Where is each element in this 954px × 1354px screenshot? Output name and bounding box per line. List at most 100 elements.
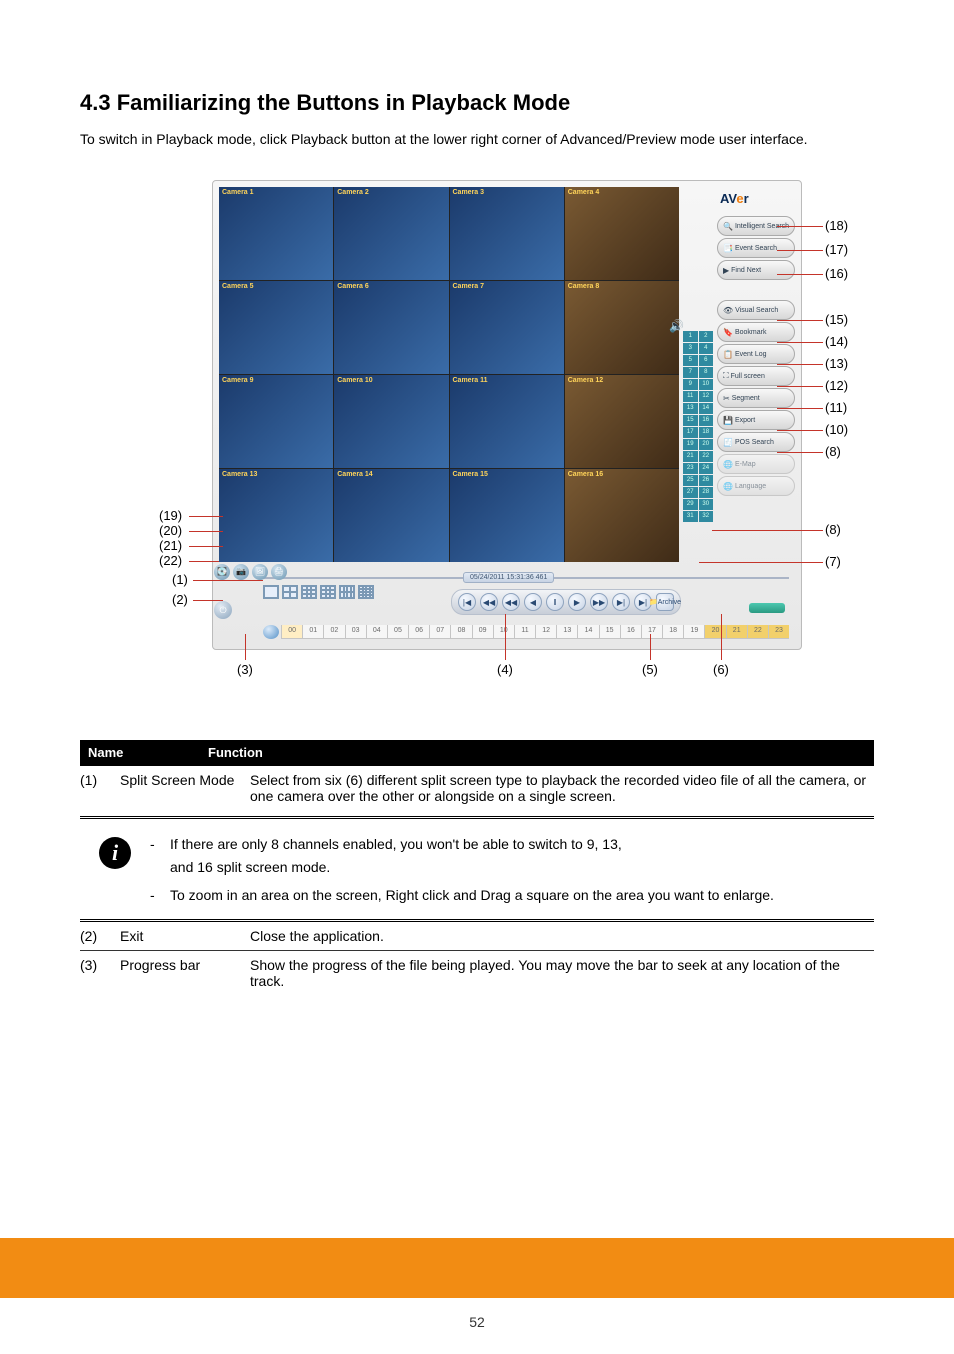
hour-cell[interactable]: 07 <box>429 625 450 639</box>
split-16-icon[interactable] <box>358 585 374 599</box>
channel-chip[interactable]: 3 <box>683 343 698 354</box>
channel-chip[interactable]: 12 <box>699 391 714 402</box>
hour-cell[interactable]: 19 <box>683 625 704 639</box>
split-13-icon[interactable] <box>320 585 336 599</box>
hour-cell[interactable]: 12 <box>535 625 556 639</box>
channel-chip[interactable]: 8 <box>699 367 714 378</box>
channel-chip[interactable]: 30 <box>699 499 714 510</box>
bookmark-button[interactable]: 🔖Bookmark <box>717 322 795 342</box>
channel-chip[interactable]: 13 <box>683 403 698 414</box>
hour-cell[interactable]: 14 <box>577 625 598 639</box>
hour-cell[interactable]: 09 <box>472 625 493 639</box>
channel-chip[interactable]: 16 <box>699 415 714 426</box>
print-knob-icon[interactable]: 🖨 <box>271 564 287 580</box>
channel-chip[interactable]: 28 <box>699 487 714 498</box>
hour-cell[interactable]: 17 <box>641 625 662 639</box>
full-screen-button[interactable]: ⛶Full screen <box>717 366 795 386</box>
callout-20: (20) <box>159 523 182 538</box>
channel-chip[interactable]: 21 <box>683 451 698 462</box>
hdd-knob-icon[interactable]: 💽 <box>214 564 230 580</box>
camera-tile: Camera 16 <box>565 469 679 562</box>
emap-button[interactable]: 🌐E-Map <box>717 454 795 474</box>
channel-chip[interactable]: 18 <box>699 427 714 438</box>
channel-chip[interactable]: 6 <box>699 355 714 366</box>
channel-chip[interactable]: 11 <box>683 391 698 402</box>
hour-cell[interactable]: 00 <box>281 625 302 639</box>
split-8-icon[interactable] <box>339 585 355 599</box>
channel-chip[interactable]: 22 <box>699 451 714 462</box>
callout-21: (21) <box>159 538 182 553</box>
export-button[interactable]: 💾Export <box>717 410 795 430</box>
hour-cell[interactable]: 22 <box>747 625 768 639</box>
channel-chip[interactable]: 9 <box>683 379 698 390</box>
hour-cell[interactable]: 03 <box>345 625 366 639</box>
channel-chip[interactable]: 14 <box>699 403 714 414</box>
hour-cell[interactable]: 13 <box>556 625 577 639</box>
camera-tile: Camera 11 <box>450 375 564 468</box>
channel-chip[interactable]: 2 <box>699 331 714 342</box>
play-button[interactable]: ▶ <box>568 593 586 611</box>
channel-chip[interactable]: 17 <box>683 427 698 438</box>
pause-button[interactable]: ‖ <box>546 593 564 611</box>
hour-cell[interactable]: 21 <box>726 625 747 639</box>
snapshot-knob-icon[interactable]: 🖼 <box>252 564 268 580</box>
hour-cell[interactable]: 02 <box>323 625 344 639</box>
callout-8b: (8) <box>825 522 841 537</box>
channel-chip[interactable]: 29 <box>683 499 698 510</box>
split-screen-selector[interactable] <box>263 585 374 599</box>
language-button[interactable]: 🌐Language <box>717 476 795 496</box>
camera-tile: Camera 10 <box>334 375 448 468</box>
channel-chip[interactable]: 4 <box>699 343 714 354</box>
hour-cell[interactable]: 16 <box>620 625 641 639</box>
split-1-icon[interactable] <box>263 585 279 599</box>
channel-chip[interactable]: 24 <box>699 463 714 474</box>
split-4-icon[interactable] <box>282 585 298 599</box>
status-chip <box>749 603 785 613</box>
hour-cell[interactable]: 18 <box>662 625 683 639</box>
channel-chip[interactable]: 23 <box>683 463 698 474</box>
visual-search-button[interactable]: 👁Visual Search <box>717 300 795 320</box>
channel-chip[interactable]: 15 <box>683 415 698 426</box>
info-note: i -If there are only 8 channels enabled,… <box>80 823 874 912</box>
next-button[interactable]: ▶| <box>612 593 630 611</box>
channel-chip[interactable]: 25 <box>683 475 698 486</box>
hour-cell[interactable]: 10 <box>493 625 514 639</box>
find-next-button[interactable]: ▶Find Next <box>717 260 795 280</box>
progress-bar[interactable]: 05/24/2011 15:31:36 461 <box>263 573 789 583</box>
channel-chip[interactable]: 7 <box>683 367 698 378</box>
channel-chip[interactable]: 26 <box>699 475 714 486</box>
channel-chip[interactable]: 10 <box>699 379 714 390</box>
play-rev-button[interactable]: ◀ <box>524 593 542 611</box>
hour-cell[interactable]: 01 <box>302 625 323 639</box>
channel-chip[interactable]: 27 <box>683 487 698 498</box>
segment-button[interactable]: ✂Segment <box>717 388 795 408</box>
archive-button[interactable]: 📁Archive <box>656 593 674 611</box>
hour-cell[interactable]: 23 <box>768 625 789 639</box>
channel-chip[interactable]: 5 <box>683 355 698 366</box>
hour-cell[interactable]: 04 <box>366 625 387 639</box>
hour-cell[interactable]: 11 <box>514 625 535 639</box>
channel-chip[interactable]: 32 <box>699 511 714 522</box>
hour-cell[interactable]: 15 <box>599 625 620 639</box>
left-small-icons <box>223 513 245 561</box>
rewind-button[interactable]: ◀◀ <box>502 593 520 611</box>
camera-knob-icon[interactable]: 📷 <box>233 564 249 580</box>
channel-chip[interactable]: 31 <box>683 511 698 522</box>
callout-14: (14) <box>825 334 848 349</box>
hour-cell[interactable]: 05 <box>387 625 408 639</box>
hour-cell[interactable]: 08 <box>450 625 471 639</box>
begin-button[interactable]: |◀ <box>458 593 476 611</box>
event-log-button[interactable]: 📋Event Log <box>717 344 795 364</box>
fastfwd-button[interactable]: ▶▶ <box>590 593 608 611</box>
prev-button[interactable]: ◀◀ <box>480 593 498 611</box>
hour-cell[interactable]: 06 <box>408 625 429 639</box>
channel-chip[interactable]: 19 <box>683 439 698 450</box>
split-9-icon[interactable] <box>301 585 317 599</box>
hour-cell[interactable]: 20 <box>704 625 725 639</box>
hour-bar[interactable]: 0001020304050607080910111213141516171819… <box>263 625 789 639</box>
exit-button[interactable]: ⏻ <box>214 601 232 619</box>
channel-chip[interactable]: 1 <box>683 331 698 342</box>
event-search-button[interactable]: 📑Event Search <box>717 238 795 258</box>
pos-search-button[interactable]: 🧾POS Search <box>717 432 795 452</box>
channel-chip[interactable]: 20 <box>699 439 714 450</box>
